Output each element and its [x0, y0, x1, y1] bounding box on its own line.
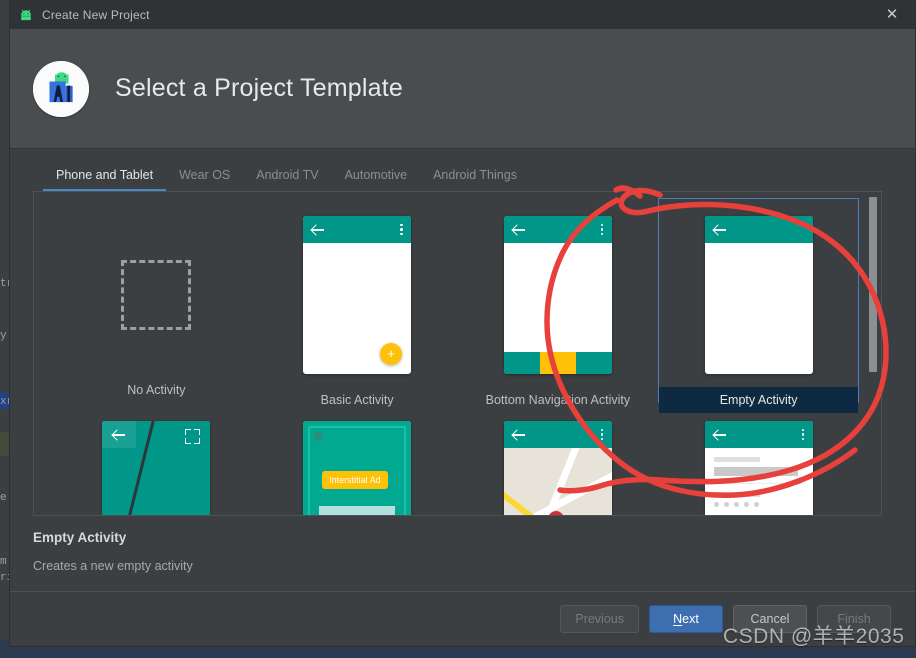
- back-arrow-icon: [512, 223, 526, 237]
- back-arrow-icon: [311, 223, 325, 237]
- ide-ghost-text: y: [0, 330, 7, 342]
- bottom-nav-item: [575, 352, 612, 374]
- fullscreen-preview: [102, 421, 211, 515]
- overflow-menu-icon: [600, 223, 604, 237]
- template-card-bottom-navigation-activity[interactable]: Bottom Navigation Activity: [458, 198, 659, 407]
- bottom-nav-item: [503, 352, 540, 374]
- overflow-menu-icon: [801, 428, 805, 442]
- tab-phone-and-tablet[interactable]: Phone and Tablet: [43, 168, 167, 191]
- list-caption-placeholder: [713, 457, 760, 462]
- template-card-no-activity[interactable]: No Activity: [56, 198, 257, 403]
- tab-android-tv[interactable]: Android TV: [243, 168, 331, 191]
- admob-preview: Interstitial Ad: [303, 421, 412, 515]
- scrollbar-thumb[interactable]: [869, 197, 877, 372]
- app-bar: [704, 216, 813, 243]
- ide-ghost-text: e: [0, 492, 7, 504]
- back-arrow-icon: [512, 428, 526, 442]
- page-title: Select a Project Template: [115, 74, 404, 102]
- back-arrow-icon: [713, 223, 727, 237]
- template-thumbnail: +: [303, 216, 412, 374]
- tab-automotive[interactable]: Automotive: [332, 168, 421, 191]
- create-new-project-dialog: Create New Project ✕ Select a Project Te…: [9, 0, 916, 647]
- app-bar: [303, 216, 412, 243]
- finish-button[interactable]: Finish: [817, 604, 891, 633]
- template-thumbnail: [102, 216, 210, 364]
- template-grid-scrollbar[interactable]: [868, 193, 880, 514]
- template-grid: No Activity + Basic Activity Bottom Navi…: [34, 192, 881, 515]
- phone-mockup: [704, 421, 813, 515]
- template-thumbnail: [102, 421, 211, 515]
- next-button[interactable]: Next: [649, 604, 723, 633]
- phone-mockup: Interstitial Ad: [303, 421, 412, 515]
- template-thumbnail: [503, 216, 612, 374]
- phone-mockup: [503, 421, 612, 515]
- device-category-tabs: Phone and Tablet Wear OS Android TV Auto…: [10, 149, 915, 191]
- dashed-placeholder-icon: [121, 260, 192, 330]
- template-card-admob-activity[interactable]: Interstitial Ad Google AdMob Ads Activit…: [257, 403, 458, 515]
- map-preview: [503, 448, 612, 515]
- cancel-button[interactable]: Cancel: [733, 604, 807, 633]
- dialog-titlebar: Create New Project ✕: [10, 0, 915, 29]
- map-road: [514, 448, 581, 515]
- list-title-placeholder: [713, 467, 798, 476]
- tab-android-things[interactable]: Android Things: [420, 168, 530, 191]
- template-thumbnail: [503, 421, 612, 515]
- list-caption-placeholder: [713, 492, 760, 497]
- admob-badge: Interstitial Ad: [322, 471, 388, 489]
- android-icon: [18, 7, 34, 23]
- tab-wear-os[interactable]: Wear OS: [166, 168, 243, 191]
- bottom-navigation-bar: [503, 352, 612, 374]
- next-mnemonic: N: [673, 611, 683, 626]
- android-studio-logo-icon: [33, 60, 89, 117]
- template-card-empty-activity[interactable]: Empty Activity: [658, 198, 859, 413]
- list-divider: [713, 483, 804, 484]
- ide-ghost-text: m: [0, 556, 7, 568]
- dialog-header: Select a Project Template: [10, 29, 915, 149]
- template-card-fullscreen-activity[interactable]: Fullscreen Activity: [56, 403, 257, 515]
- app-bar: [704, 421, 813, 448]
- description-text: Creates a new empty activity: [33, 559, 193, 573]
- template-thumbnail: [704, 216, 813, 374]
- template-gallery: No Activity + Basic Activity Bottom Navi…: [33, 191, 882, 516]
- template-card-master-detail-flow[interactable]: Master/Detail Flow: [658, 403, 859, 515]
- bottom-nav-item-active: [539, 352, 576, 374]
- back-arrow-icon: [713, 428, 727, 442]
- admob-cta-bar: [319, 506, 396, 515]
- phone-mockup: [102, 421, 211, 515]
- phone-mockup: +: [303, 216, 412, 374]
- phone-mockup: [704, 216, 813, 374]
- floating-action-button-icon: +: [380, 343, 403, 365]
- app-bar: [503, 216, 612, 243]
- dialog-footer: Previous Next Cancel Finish: [10, 592, 915, 645]
- fullscreen-expand-icon: [185, 429, 201, 444]
- template-card-maps-activity[interactable]: Google Maps Activity: [458, 403, 659, 515]
- overflow-menu-icon: [600, 428, 604, 442]
- translucent-appbar: [102, 421, 137, 448]
- phone-mockup: [503, 216, 612, 374]
- rating-dots: [713, 502, 804, 507]
- overflow-menu-icon: [400, 223, 403, 237]
- dialog-title: Create New Project: [42, 7, 150, 22]
- template-thumbnail: [704, 421, 813, 515]
- description-title: Empty Activity: [33, 530, 127, 545]
- next-button-label: Next: [673, 612, 699, 626]
- template-label: No Activity: [127, 383, 186, 397]
- close-icon[interactable]: ✕: [869, 0, 915, 29]
- back-arrow-icon: [112, 428, 126, 442]
- app-bar: [503, 421, 612, 448]
- template-thumbnail: Interstitial Ad: [303, 421, 412, 515]
- detail-list-preview: [704, 448, 813, 515]
- previous-button[interactable]: Previous: [560, 604, 639, 633]
- template-card-basic-activity[interactable]: + Basic Activity: [257, 198, 458, 407]
- next-label-rest: ext: [682, 611, 699, 626]
- template-description: Empty Activity Creates a new empty activ…: [10, 516, 915, 573]
